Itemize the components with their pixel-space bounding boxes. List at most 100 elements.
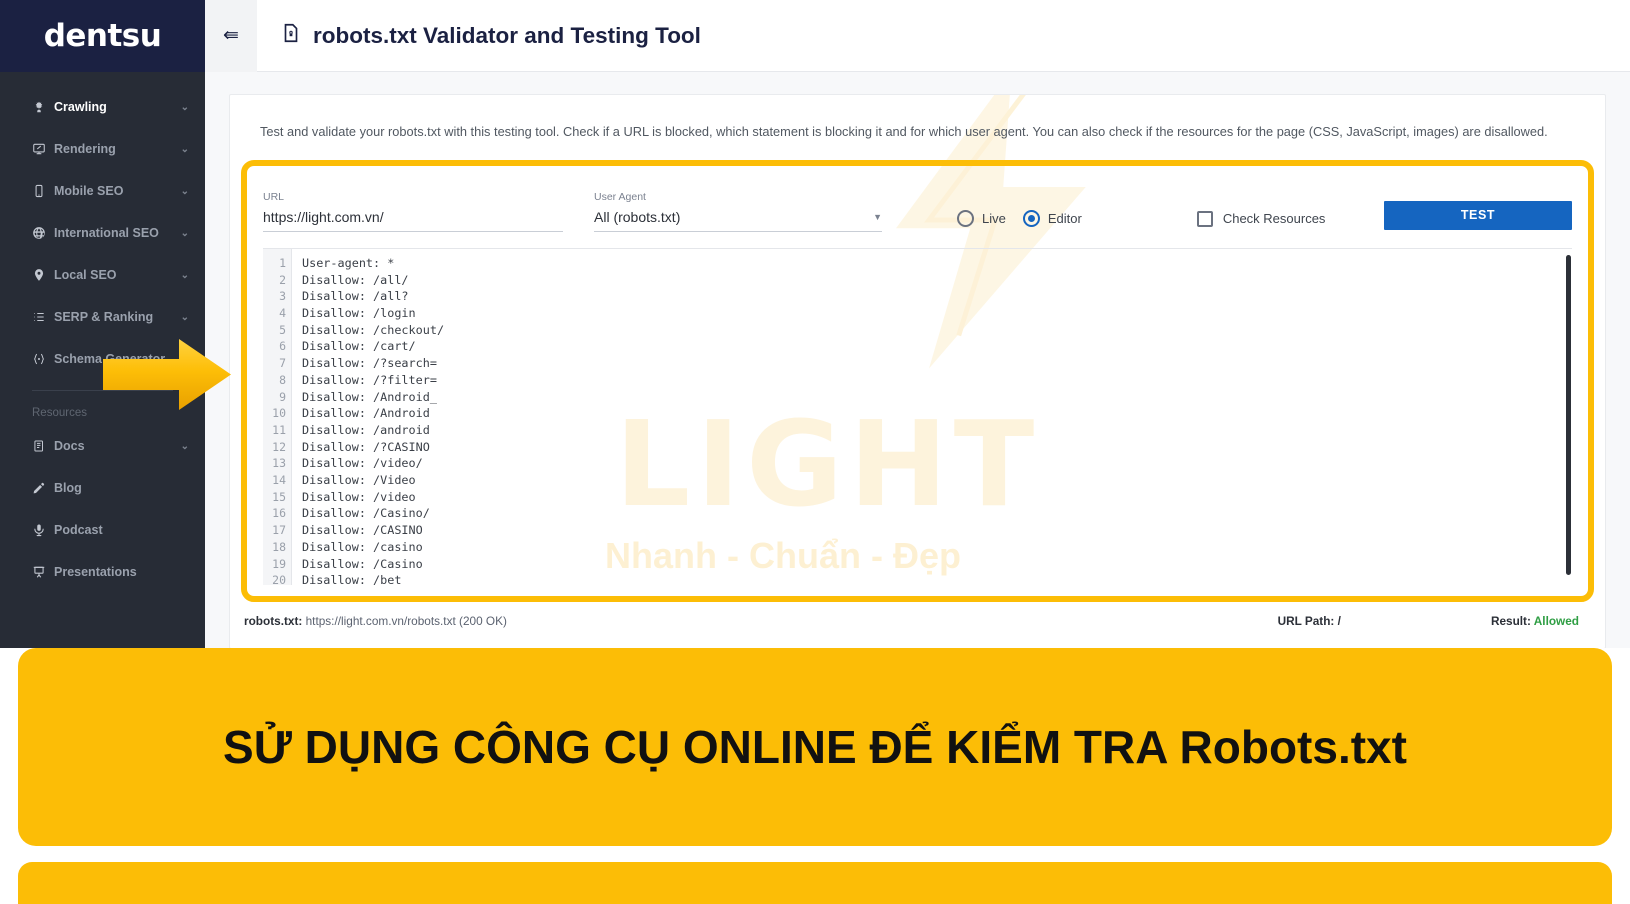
page-title: robots.txt Validator and Testing Tool — [313, 22, 701, 48]
url-input[interactable]: https://light.com.vn/ — [263, 209, 563, 232]
form-controls: URL https://light.com.vn/ User Agent All… — [263, 180, 1572, 232]
status-right: URL Path: / Result: Allowed — [1278, 614, 1579, 628]
monitor-render-icon — [32, 142, 54, 156]
sidebar-nav: Crawling ⌄ Rendering ⌄ Mobile SEO ⌄ Inte… — [0, 72, 205, 593]
promo-banner-strip — [18, 862, 1612, 904]
url-label: URL — [263, 190, 285, 203]
pencil-icon — [32, 481, 54, 495]
chevron-down-icon: ⌄ — [180, 143, 189, 155]
line-number: 8 — [279, 372, 286, 387]
code-content[interactable]: User-agent: * Disallow: /all/Disallow: /a… — [292, 249, 1572, 585]
sidebar-item-blog[interactable]: Blog — [0, 467, 205, 509]
bug-icon — [32, 100, 54, 114]
radio-editor[interactable]: Editor — [1022, 209, 1082, 227]
robots-txt-label: robots.txt: — [244, 613, 303, 628]
mode-radio-group: Live Editor — [957, 209, 1082, 232]
tool-description: Test and validate your robots.txt with t… — [260, 124, 1548, 139]
code-line: Disallow: /checkout/ — [302, 322, 445, 337]
robots-txt-editor[interactable]: 1 2 3 4 5 6 7 8 9 10 11 12 13 14 15 16 17 18 19 20 User-age… — [263, 247, 1572, 585]
sidebar-item-label: Local SEO — [54, 268, 117, 282]
sidebar-item-label: Rendering — [54, 142, 116, 156]
sidebar-item-label: Blog — [54, 481, 82, 495]
line-number: 16 — [272, 506, 286, 521]
robots-txt-url[interactable]: https://light.com.vn/robots.txt (200 OK) — [306, 614, 507, 628]
user-agent-value: All (robots.txt) — [594, 208, 681, 225]
content-area: LIGHT Nhanh - Chuẩn - Đẹp Test and valid… — [205, 72, 1630, 649]
chevron-down-icon: ⌄ — [180, 269, 189, 281]
code-line: Disallow: /Android — [302, 406, 430, 421]
test-button[interactable]: TEST — [1384, 200, 1572, 230]
line-number: 3 — [279, 289, 286, 304]
chevron-down-icon: ⌄ — [180, 440, 189, 452]
line-number-gutter: 1 2 3 4 5 6 7 8 9 10 11 12 13 14 15 16 17 18 19 20 — [263, 248, 292, 585]
line-number: 10 — [272, 406, 286, 421]
line-number: 1 — [279, 255, 286, 270]
sidebar-item-label: International SEO — [54, 226, 159, 240]
sidebar-item-presentations[interactable]: Presentations — [0, 551, 205, 593]
line-number: 6 — [279, 339, 286, 354]
url-path-label: URL Path: — [1277, 613, 1335, 628]
chevron-down-icon: ⌄ — [180, 311, 189, 323]
brand-logo-area[interactable]: dentsu — [0, 0, 205, 72]
line-number: 18 — [272, 539, 286, 554]
chevron-down-icon: ⌄ — [180, 185, 189, 197]
check-resources-checkbox[interactable]: Check Resources — [1196, 210, 1326, 232]
list-icon — [32, 310, 54, 324]
promo-banner: SỬ DỤNG CÔNG CỤ ONLINE ĐỂ KIỂM TRA Robot… — [18, 648, 1612, 846]
sidebar-item-podcast[interactable]: Podcast — [0, 509, 205, 551]
line-number: 17 — [272, 523, 286, 538]
sidebar-item-local-seo[interactable]: Local SEO ⌄ — [0, 254, 205, 296]
collapse-sidebar-button[interactable]: ⇚ — [205, 0, 257, 72]
radio-circle-selected-icon — [1022, 209, 1040, 227]
editor-scrollbar[interactable] — [1566, 254, 1571, 575]
line-number: 13 — [272, 456, 286, 471]
app-root: dentsu Crawling ⌄ Rendering ⌄ Mobile SEO… — [0, 0, 1630, 904]
sidebar-item-international-seo[interactable]: International SEO ⌄ — [0, 212, 205, 254]
topbar: ⇚ robots.txt Validator and Testing Tool — [205, 0, 1630, 72]
line-number: 2 — [279, 272, 286, 287]
line-number: 15 — [272, 489, 286, 504]
url-field-group: URL https://light.com.vn/ — [263, 191, 563, 232]
robots-txt-status: robots.txt: https://light.com.vn/robots.… — [244, 614, 507, 628]
sidebar-item-rendering[interactable]: Rendering ⌄ — [0, 128, 205, 170]
check-resources-label: Check Resources — [1222, 211, 1326, 227]
code-line: Disallow: /cart/ — [302, 339, 416, 354]
line-number: 4 — [279, 306, 286, 321]
tool-inner: URL https://light.com.vn/ User Agent All… — [247, 166, 1588, 585]
page-title-wrap: robots.txt Validator and Testing Tool — [257, 22, 701, 49]
book-icon — [32, 439, 54, 453]
code-line: Disallow: /all/ — [302, 272, 409, 287]
mobile-phone-icon — [32, 184, 54, 198]
radio-editor-label: Editor — [1047, 210, 1082, 226]
sidebar-item-mobile-seo[interactable]: Mobile SEO ⌄ — [0, 170, 205, 212]
sidebar-item-label: Podcast — [54, 523, 103, 537]
promo-banner-text: SỬ DỤNG CÔNG CỤ ONLINE ĐỂ KIỂM TRA Robot… — [223, 721, 1407, 773]
radio-live[interactable]: Live — [957, 209, 1006, 227]
user-agent-select[interactable]: All (robots.txt) ▼ — [594, 209, 882, 232]
sidebar-item-crawling[interactable]: Crawling ⌄ — [0, 86, 205, 128]
microphone-icon — [32, 523, 54, 537]
radio-live-label: Live — [982, 210, 1006, 226]
line-number: 5 — [279, 322, 286, 337]
code-line: Disallow: /casino — [302, 539, 423, 554]
code-line: User-agent: * — [302, 255, 395, 270]
sidebar-item-docs[interactable]: Docs ⌄ — [0, 425, 205, 467]
line-number: 20 — [272, 573, 286, 585]
code-line: Disallow: /Casino/ — [302, 506, 430, 521]
result-label: Result: — [1490, 613, 1531, 628]
chevron-down-icon: ▼ — [873, 211, 882, 222]
code-line: Disallow: /?CASINO — [302, 439, 430, 454]
chevron-down-icon: ⌄ — [180, 101, 189, 113]
line-number: 11 — [272, 422, 286, 437]
radio-circle-icon — [957, 209, 974, 227]
sidebar-item-serp-ranking[interactable]: SERP & Ranking ⌄ — [0, 296, 205, 338]
code-line: Disallow: /Casino — [302, 556, 423, 571]
line-number: 19 — [272, 556, 286, 571]
line-number: 9 — [279, 389, 286, 404]
code-line: Disallow: /video/ — [302, 456, 423, 471]
sidebar-item-label: Mobile SEO — [54, 184, 124, 198]
code-line: Disallow: /login — [302, 306, 416, 321]
code-line: Disallow: /?filter= — [302, 372, 437, 387]
code-line: Disallow: /video — [302, 489, 416, 504]
right-arrow-annotation-icon — [103, 339, 231, 410]
